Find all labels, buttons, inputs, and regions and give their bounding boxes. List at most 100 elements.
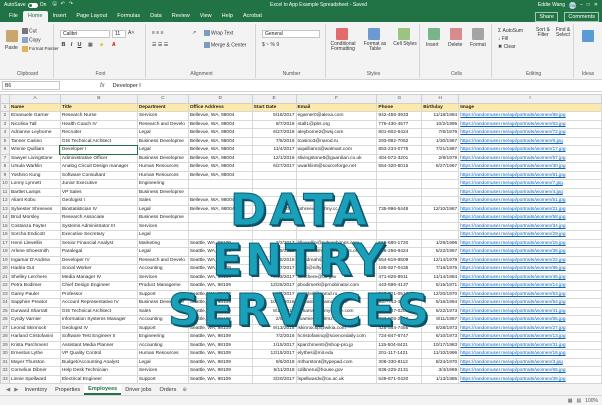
data-cell[interactable]: 12/15/2017 — [251, 349, 297, 359]
cell-styles-icon[interactable] — [398, 28, 410, 40]
align-top-icon[interactable]: ≡ ≡ ≡ — [152, 30, 164, 36]
data-cell[interactable]: 836-225-2131 — [376, 366, 423, 376]
undo-icon[interactable]: ↶ — [61, 1, 65, 9]
data-cell[interactable]: 6/27/2017 — [251, 162, 297, 172]
data-cell[interactable]: 3/4/1969 — [421, 366, 460, 376]
fx-icon[interactable]: fx — [100, 83, 105, 89]
row-header[interactable]: 4 — [0, 128, 10, 138]
data-cell[interactable]: Krista Parchment — [8, 340, 61, 350]
zoom-level[interactable]: 100% — [585, 398, 598, 404]
data-cell[interactable]: Bellevue, WA, 98004 — [187, 145, 253, 155]
data-cell[interactable]: https://randomuser.me/api/portraits/wome… — [458, 162, 602, 172]
data-cell[interactable]: Seattle, WA, 98109 — [187, 366, 253, 376]
sheet-tab-properties[interactable]: Properties — [51, 386, 84, 394]
header-cell[interactable]: Title — [59, 102, 138, 112]
data-cell[interactable]: Paralegal — [59, 247, 138, 257]
format-cells-icon[interactable] — [472, 28, 484, 40]
insert-cells-icon[interactable] — [428, 28, 440, 40]
data-cell[interactable]: Leonid Skinnock — [8, 323, 61, 333]
sheet-tab-orders[interactable]: Orders — [156, 386, 181, 394]
row-header[interactable]: 32 — [0, 366, 10, 376]
data-cell[interactable] — [421, 170, 460, 180]
data-cell[interactable]: Cornelius Dibner — [8, 366, 61, 376]
sort-filter-button[interactable]: Sort & Filter — [534, 28, 552, 38]
wrap-text-button[interactable]: Wrap Text — [204, 30, 233, 36]
data-cell[interactable]: Tanner Casino — [8, 136, 61, 146]
row-header[interactable]: 33 — [0, 374, 10, 383]
data-cell[interactable]: https://randomuser.me/api/portraits/wome… — [458, 374, 602, 383]
data-cell[interactable]: Business Developme — [136, 153, 189, 163]
add-sheet-icon[interactable]: ⊕ — [180, 387, 189, 393]
maximize-icon[interactable]: □ — [587, 2, 590, 8]
header-cell[interactable]: Name — [8, 102, 61, 112]
data-cell[interactable]: Legal — [136, 145, 189, 155]
data-cell[interactable]: Bellevue, WA, 98004 — [187, 128, 253, 138]
data-cell[interactable]: 3/20/2017 — [251, 374, 297, 383]
format-as-table-icon[interactable] — [368, 28, 380, 40]
row-header[interactable]: 13 — [0, 204, 10, 214]
data-cell[interactable]: Biostatistician IV — [59, 204, 138, 214]
prev-sheet-icon[interactable]: ◀ — [4, 387, 12, 393]
row-header[interactable]: 21 — [0, 272, 10, 282]
data-cell[interactable]: https://randomuser.me/api/portraits/wome… — [458, 136, 602, 146]
data-cell[interactable]: Linnie Spellward — [8, 374, 61, 383]
data-cell[interactable]: 7/21/1987 — [421, 145, 460, 155]
data-cell[interactable]: https://randomuser.me/api/portraits/wome… — [458, 204, 602, 214]
data-cell[interactable]: Yoshino Kung — [8, 170, 61, 180]
conditional-formatting-button[interactable]: Conditional Formatting — [328, 42, 358, 52]
data-cell[interactable]: egarner0@alexa.com — [295, 111, 378, 121]
data-cell[interactable]: Social Worker — [59, 264, 138, 274]
data-cell[interactable]: lspellwardv@ox.ac.uk — [295, 374, 378, 383]
tab-review[interactable]: Review — [167, 11, 195, 22]
data-cell[interactable]: Winnie Quilliam — [8, 145, 61, 155]
data-cell[interactable]: Aliant Kobu — [8, 196, 61, 206]
data-cell[interactable]: 10/17/1983 — [421, 340, 460, 350]
data-cell[interactable]: 10/2/1995 — [421, 119, 460, 129]
data-cell[interactable]: 6/27/2018 — [251, 128, 297, 138]
data-cell[interactable]: Geologist I — [59, 196, 138, 206]
data-cell[interactable]: Bellevue, WA, 98004 — [187, 119, 253, 129]
row-header[interactable]: 24 — [0, 298, 10, 308]
data-cell[interactable]: https://randomuser.me/api/portraits/wome… — [458, 323, 602, 333]
cell-styles-button[interactable]: Cell Styles — [392, 42, 418, 47]
data-cell[interactable]: GIS Technical Architect — [59, 306, 138, 316]
data-cell[interactable]: https://randomuser.me/api/portraits/wome… — [458, 306, 602, 316]
format-cells-button[interactable]: Format — [470, 42, 486, 48]
data-cell[interactable]: 8/24/1970 — [421, 357, 460, 367]
row-header[interactable]: 27 — [0, 323, 10, 333]
number-format-select[interactable]: General — [262, 30, 320, 38]
align-left-icon[interactable]: ☰ ☰ ☰ — [152, 42, 168, 48]
format-as-table-button[interactable]: Format as Table — [360, 42, 390, 52]
data-cell[interactable]: Sorcha Endicott — [8, 230, 61, 240]
row-header[interactable]: 2 — [0, 111, 10, 121]
data-cell[interactable]: Help Desk Technician — [59, 366, 138, 376]
data-cell[interactable]: https://randomuser.me/api/portraits/wome… — [458, 196, 602, 206]
data-cell[interactable]: cdibneru@house.gov — [295, 366, 378, 376]
page-layout-icon[interactable]: ▤ — [576, 398, 581, 404]
data-cell[interactable]: 12/1/2018 — [251, 153, 297, 163]
sheet-tab-inventory[interactable]: Inventory — [20, 386, 51, 394]
data-cell[interactable]: Budget/Accounting Analyst — [59, 357, 138, 367]
data-cell[interactable]: Bellevue, WA, 98004 — [187, 162, 253, 172]
data-cell[interactable]: uwarklin6@sourceforge.net — [295, 162, 378, 172]
data-cell[interactable]: Bellevue, WA, 98004 — [187, 153, 253, 163]
data-cell[interactable]: slivingstone5@guardian.co.uk — [295, 153, 378, 163]
data-cell[interactable]: Media Manager IV — [59, 272, 138, 282]
tab-insert[interactable]: Insert — [48, 11, 72, 22]
data-cell[interactable]: 1/15/2017 — [251, 340, 297, 350]
row-header[interactable]: 22 — [0, 281, 10, 291]
row-header[interactable]: 31 — [0, 357, 10, 367]
data-cell[interactable]: https://randomuser.me/api/portraits/wome… — [458, 264, 602, 274]
data-cell[interactable]: https://randomuser.me/api/portraits/wome… — [458, 153, 602, 163]
data-cell[interactable]: Cyndy Varnier — [8, 315, 61, 325]
next-sheet-icon[interactable]: ▶ — [12, 387, 20, 393]
data-cell[interactable]: Seattle, WA, 98109 — [187, 349, 253, 359]
data-cell[interactable]: Systems Administrator III — [59, 221, 138, 231]
data-cell[interactable]: Services — [136, 111, 189, 121]
data-cell[interactable]: Arlene Shoesmith — [8, 247, 61, 257]
delete-cells-icon[interactable] — [450, 28, 462, 40]
row-header[interactable]: 23 — [0, 289, 10, 299]
data-cell[interactable]: 293-992-7062 — [376, 136, 423, 146]
data-cell[interactable]: Ursula Warklin — [8, 162, 61, 172]
fill-color-icon[interactable]: ■ — [100, 42, 103, 48]
